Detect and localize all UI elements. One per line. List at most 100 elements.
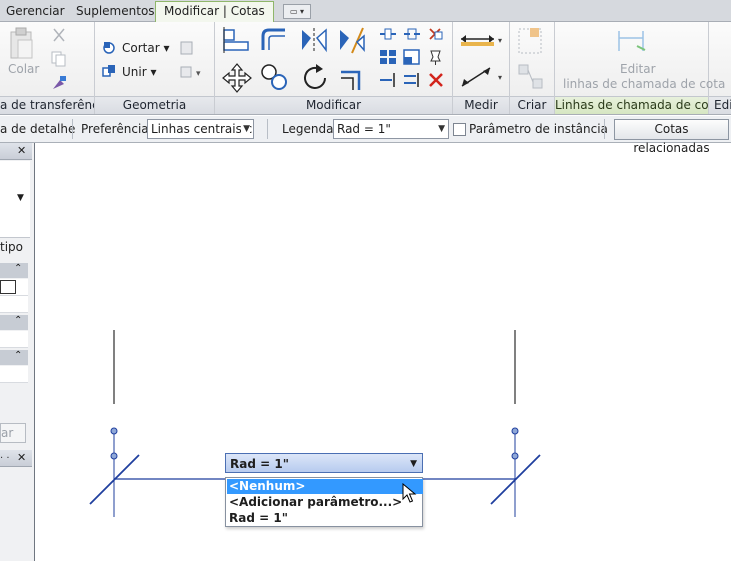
property-row[interactable] — [0, 366, 28, 383]
unpin-icon[interactable] — [427, 26, 445, 42]
measure-between-references-icon[interactable]: ▾ — [458, 30, 504, 48]
type-selector[interactable]: ▼ — [0, 161, 30, 238]
copy-icon[interactable] — [50, 50, 68, 68]
create-assembly-icon[interactable] — [516, 62, 548, 92]
tab-gerenciar[interactable]: Gerenciar — [4, 3, 67, 20]
offset-icon[interactable] — [259, 26, 291, 54]
left-witness-grip[interactable] — [110, 452, 118, 460]
align-icon[interactable] — [221, 26, 253, 54]
option-add-parameter[interactable]: <Adicionar parâmetro...> — [227, 495, 423, 510]
edit-type-label[interactable]: tipo — [0, 240, 23, 254]
dimension-label-options: <Nenhum> <Adicionar parâmetro...> Rad = … — [225, 477, 423, 527]
right-witness-grip[interactable] — [511, 452, 519, 460]
collapse-icon: ⌃ — [14, 350, 23, 361]
ribbon-minimize-toggle[interactable]: ▭ ▾ — [283, 4, 311, 19]
dimension-label-select[interactable]: Rad = 1" ▼ — [225, 453, 423, 473]
property-group-header[interactable]: ⌃ — [0, 315, 28, 330]
property-group-header[interactable]: ⌃ — [0, 263, 28, 278]
move-icon[interactable] — [221, 62, 253, 94]
join-geometry-button[interactable]: Unir ▾ — [122, 65, 157, 79]
measure-panel: ▾ ▾ Medir — [453, 22, 510, 114]
preference-value: Linhas centrais c — [151, 122, 253, 136]
chevron-down-icon: ▼ — [438, 124, 445, 134]
create-similar-icon[interactable] — [516, 26, 548, 56]
apply-button[interactable]: ar — [0, 423, 26, 443]
geometry-panel-title: Geometria — [95, 96, 214, 114]
join-geometry-icon — [102, 65, 115, 77]
palette-header: ✕ — [0, 143, 32, 160]
clipboard-panel: Colar a de transferência — [0, 22, 95, 114]
left-witness-grip[interactable] — [110, 427, 118, 435]
scale-icon[interactable] — [403, 49, 421, 65]
separator — [267, 119, 268, 139]
legend-label: Legenda: — [282, 122, 338, 136]
edit-panel-title: Edi — [709, 96, 731, 114]
cut-icon[interactable] — [50, 26, 68, 44]
pin-icon[interactable] — [427, 49, 445, 65]
measure-panel-title: Medir — [453, 96, 509, 114]
properties-palette: ✕ ▼ tipo ⌃ ⌃ ⌃ ar . . ✕ — [0, 143, 35, 561]
cut-geometry-icon — [103, 42, 115, 54]
collapse-icon: ⌃ — [14, 315, 23, 326]
dimension-label-value: Rad = 1" — [230, 457, 289, 471]
array-icon[interactable] — [379, 49, 397, 65]
property-row[interactable] — [0, 331, 28, 348]
property-row[interactable] — [0, 296, 28, 313]
split-element-icon[interactable] — [379, 26, 397, 42]
browser-title-fragment: . . — [0, 450, 10, 461]
edit-witness-lines-icon[interactable] — [615, 28, 649, 54]
related-dimensions-button[interactable]: Cotas relacionadas — [614, 119, 729, 155]
trim-extend-corner-icon[interactable] — [337, 62, 369, 94]
preference-select[interactable]: Linhas centrais c ▼ — [147, 119, 254, 139]
instance-parameter-checkbox[interactable] — [453, 123, 466, 136]
separator — [72, 119, 73, 139]
close-icon[interactable]: ✕ — [17, 451, 26, 464]
trim-extend-multiple-icon[interactable] — [403, 72, 421, 88]
wall-joins-icon[interactable]: ▾ — [179, 64, 207, 80]
paste-button[interactable]: Colar — [8, 62, 39, 76]
svg-text:▾: ▾ — [196, 69, 201, 79]
property-group-header[interactable]: ⌃ — [0, 350, 28, 365]
tab-modificar-cotas[interactable]: Modificar | Cotas — [155, 1, 274, 22]
legend-select[interactable]: Rad = 1" ▼ — [333, 119, 449, 139]
split-face-icon[interactable] — [179, 40, 195, 56]
modify-panel: Modificar — [215, 22, 453, 114]
copy-element-icon[interactable] — [259, 62, 291, 94]
cursor-arrow-icon — [402, 483, 417, 503]
chevron-down-icon: ▼ — [241, 120, 250, 138]
paste-icon[interactable] — [8, 26, 36, 66]
ribbon: Colar a de transferência Cortar ▾ Unir ▾… — [0, 22, 731, 115]
delete-icon[interactable] — [427, 72, 445, 88]
instance-parameter-label: Parâmetro de instância — [469, 122, 608, 136]
edit-panel-partial: Edi — [709, 22, 731, 114]
create-panel-title: Criar — [510, 96, 554, 114]
clipboard-panel-title: a de transferência — [0, 96, 94, 114]
aligned-dimension-icon[interactable]: ▾ — [458, 64, 504, 90]
dimension-leaders-panel: Editar linhas de chamada de cota Linhas … — [555, 22, 725, 114]
join-geometry-label: Unir — [122, 65, 147, 79]
svg-text:▾: ▾ — [498, 73, 502, 82]
legend-value: Rad = 1" — [337, 122, 391, 136]
dimension-leaders-panel-title: Linhas de chamada de cota — [555, 96, 708, 114]
edit-witness-lines-label-2[interactable]: linhas de chamada de cota — [563, 77, 725, 91]
preference-label: Preferência: — [81, 122, 153, 136]
rotate-icon[interactable] — [299, 62, 331, 94]
tab-suplementos[interactable]: Suplementos — [74, 3, 157, 20]
property-value-box[interactable] — [0, 280, 16, 294]
mirror-draw-axis-icon[interactable] — [337, 26, 369, 54]
option-rad[interactable]: Rad = 1" — [227, 511, 423, 526]
split-with-gap-icon[interactable] — [403, 26, 421, 42]
right-witness-grip[interactable] — [511, 427, 519, 435]
trim-extend-single-icon[interactable] — [379, 72, 397, 88]
edit-witness-lines-label-1[interactable]: Editar — [620, 62, 656, 76]
options-bar: a de detalhe Preferência: Linhas centrai… — [0, 116, 731, 155]
close-icon[interactable]: ✕ — [17, 144, 26, 157]
detail-label: a de detalhe — [0, 122, 76, 136]
chevron-down-icon: ▼ — [17, 193, 24, 203]
separator — [604, 119, 605, 139]
cut-geometry-button[interactable]: Cortar ▾ — [122, 41, 170, 55]
option-none[interactable]: <Nenhum> — [227, 479, 423, 494]
mirror-pick-axis-icon[interactable] — [299, 26, 331, 54]
match-properties-icon[interactable] — [50, 74, 68, 92]
property-row[interactable] — [0, 279, 28, 296]
